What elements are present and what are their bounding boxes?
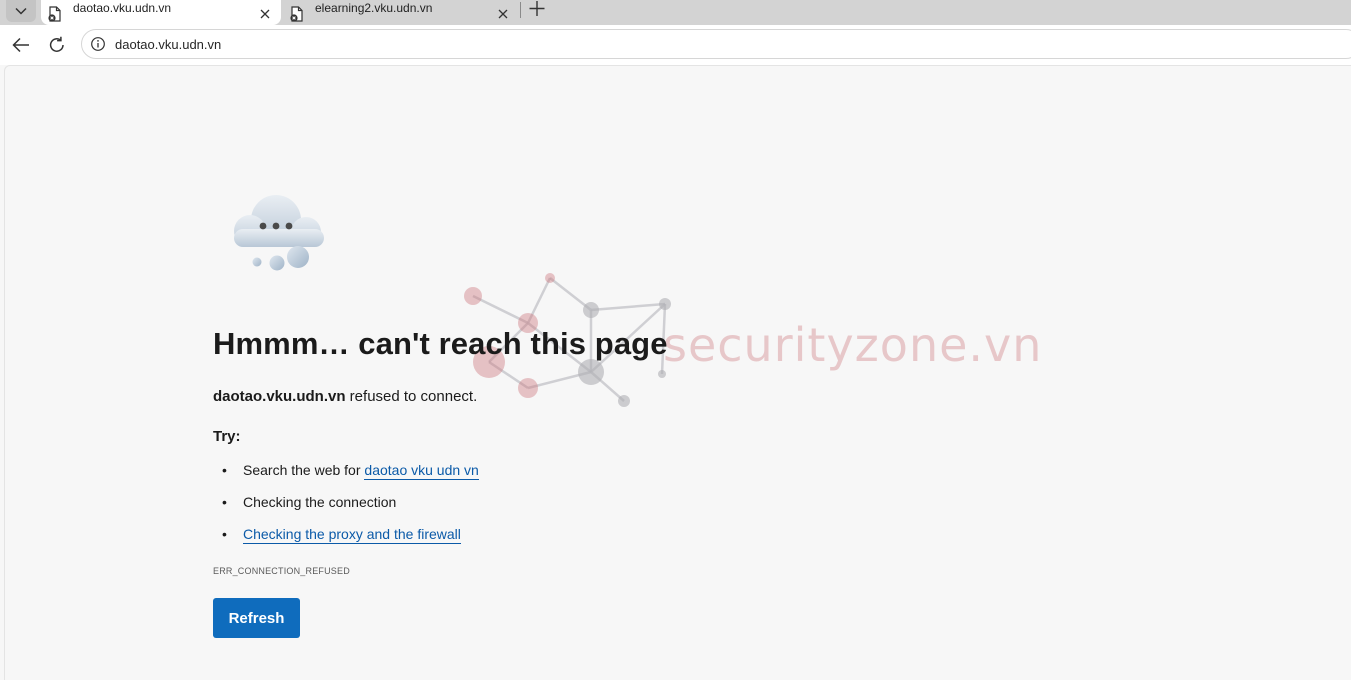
reload-button[interactable] <box>45 33 69 57</box>
new-tab-button[interactable] <box>527 0 547 18</box>
blocked-page-icon <box>290 5 303 22</box>
tab-daotao[interactable]: daotao.vku.udn.vn <box>41 0 281 25</box>
tab-title: elearning2.vku.udn.vn <box>315 0 433 15</box>
error-host: daotao.vku.udn.vn <box>213 388 346 405</box>
proxy-firewall-link[interactable]: Checking the proxy and the firewall <box>243 526 461 544</box>
address-text[interactable]: daotao.vku.udn.vn <box>115 37 221 52</box>
browser-toolbar: daotao.vku.udn.vn <box>0 25 1351 65</box>
tab-strip: daotao.vku.udn.vn elearning2.vku.udn.vn <box>0 0 1351 25</box>
page-title: Hmmm… can't reach this page <box>213 326 668 361</box>
suggestion-prefix: Search the web for <box>243 462 365 478</box>
info-icon[interactable] <box>90 36 106 52</box>
chevron-down-icon <box>15 7 27 15</box>
watermark-text: securityzone.vn <box>663 318 1043 372</box>
tab-actions-button[interactable] <box>6 0 36 22</box>
suggestion-search: • Search the web for daotao vku udn vn <box>222 462 479 480</box>
plus-icon <box>529 1 545 16</box>
address-bar[interactable]: daotao.vku.udn.vn <box>81 29 1351 59</box>
close-icon[interactable] <box>495 6 511 22</box>
search-web-link[interactable]: daotao vku udn vn <box>364 462 479 480</box>
tab-separator <box>520 2 521 18</box>
cloud-illustration <box>234 195 324 271</box>
error-message: daotao.vku.udn.vn refused to connect. <box>213 388 477 405</box>
try-label: Try: <box>213 428 241 445</box>
close-icon[interactable] <box>257 6 273 22</box>
suggestion-proxy: • Checking the proxy and the firewall <box>222 526 461 544</box>
bullet: • <box>222 494 227 510</box>
bullet: • <box>222 526 227 542</box>
suggestion-connection: • Checking the connection <box>222 494 396 510</box>
back-button[interactable] <box>9 33 33 57</box>
reload-icon <box>49 36 64 52</box>
blocked-page-icon <box>48 5 61 22</box>
refresh-button[interactable]: Refresh <box>213 598 300 638</box>
suggestion-text: Checking the connection <box>243 494 397 510</box>
bullet: • <box>222 462 227 478</box>
tab-title: daotao.vku.udn.vn <box>73 0 172 15</box>
error-description: refused to connect. <box>345 388 478 405</box>
error-code: ERR_CONNECTION_REFUSED <box>213 566 350 576</box>
back-arrow-icon <box>12 37 29 53</box>
tab-elearning2[interactable]: elearning2.vku.udn.vn <box>283 0 519 25</box>
